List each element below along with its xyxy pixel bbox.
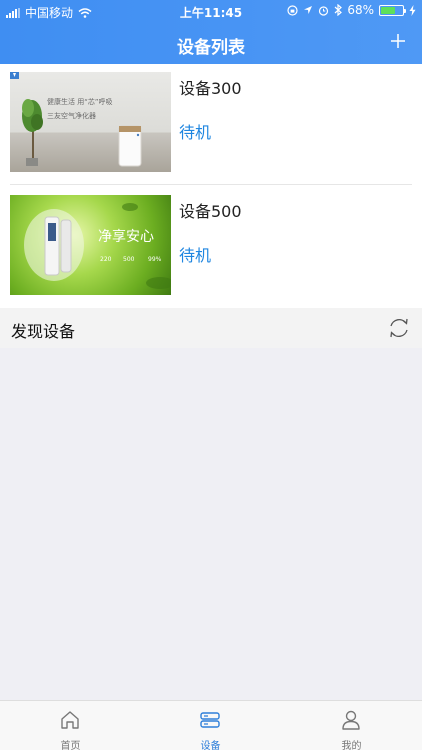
plus-icon xyxy=(391,34,405,48)
location-icon xyxy=(304,6,313,14)
tab-mine[interactable]: 我的 xyxy=(281,701,422,750)
status-right: 68% xyxy=(287,3,416,17)
device-list: 健康生活 用“芯”呼吸 三友空气净化器 设备300 待机 净享安心 220 50… xyxy=(0,64,422,308)
lock-rotation-icon xyxy=(287,4,298,16)
tab-label: 首页 xyxy=(60,741,81,750)
tab-bar: 首页 设备 我的 xyxy=(0,700,422,750)
alarm-icon xyxy=(319,5,329,16)
image-brand: 三友空气净化器 xyxy=(47,111,96,120)
refresh-icon xyxy=(390,318,408,338)
header: 中国移动 上午11:45 68% 设备列表 xyxy=(0,0,422,64)
device-icon xyxy=(200,712,220,728)
bluetooth-icon xyxy=(334,4,343,16)
page-title: 设备列表 xyxy=(177,38,245,58)
list-divider xyxy=(10,184,412,185)
device-name: 设备300 xyxy=(179,79,242,98)
device-item[interactable]: 净享安心 220 500 99% 设备500 待机 xyxy=(10,187,412,297)
charging-icon xyxy=(409,4,416,16)
person-icon xyxy=(342,710,360,730)
device-thumbnail: 净享安心 220 500 99% xyxy=(10,195,171,295)
discover-title: 发现设备 xyxy=(11,322,76,341)
status-bar: 中国移动 上午11:45 68% xyxy=(0,0,422,22)
home-icon xyxy=(61,711,79,729)
image-stat: 220 xyxy=(100,256,112,263)
battery-percent: 68% xyxy=(347,3,374,17)
add-device-button[interactable] xyxy=(384,27,412,55)
device-name: 设备500 xyxy=(179,202,242,221)
battery-icon xyxy=(379,4,406,16)
image-slogan: 健康生活 用“芯”呼吸 xyxy=(47,97,112,106)
image-stat: 99% xyxy=(148,256,162,263)
purifier-photo: 健康生活 用“芯”呼吸 三友空气净化器 xyxy=(10,72,142,167)
device-item[interactable]: 健康生活 用“芯”呼吸 三友空气净化器 设备300 待机 xyxy=(10,64,412,174)
nav-bar: 设备列表 xyxy=(0,22,422,64)
refresh-button[interactable] xyxy=(386,315,412,341)
image-slogan: 净享安心 xyxy=(98,228,154,245)
device-status: 待机 xyxy=(179,123,212,142)
purifier-promo-image: 净享安心 220 500 99% xyxy=(24,203,171,289)
device-thumbnail: 健康生活 用“芯”呼吸 三友空气净化器 xyxy=(10,72,171,172)
image-stat: 500 xyxy=(123,256,135,263)
tab-home[interactable]: 首页 xyxy=(0,701,141,750)
tab-label: 我的 xyxy=(341,741,362,750)
discover-section-header: 发现设备 xyxy=(0,308,422,348)
tab-device[interactable]: 设备 xyxy=(140,701,281,750)
device-status: 待机 xyxy=(179,246,212,265)
tab-label: 设备 xyxy=(200,741,221,750)
